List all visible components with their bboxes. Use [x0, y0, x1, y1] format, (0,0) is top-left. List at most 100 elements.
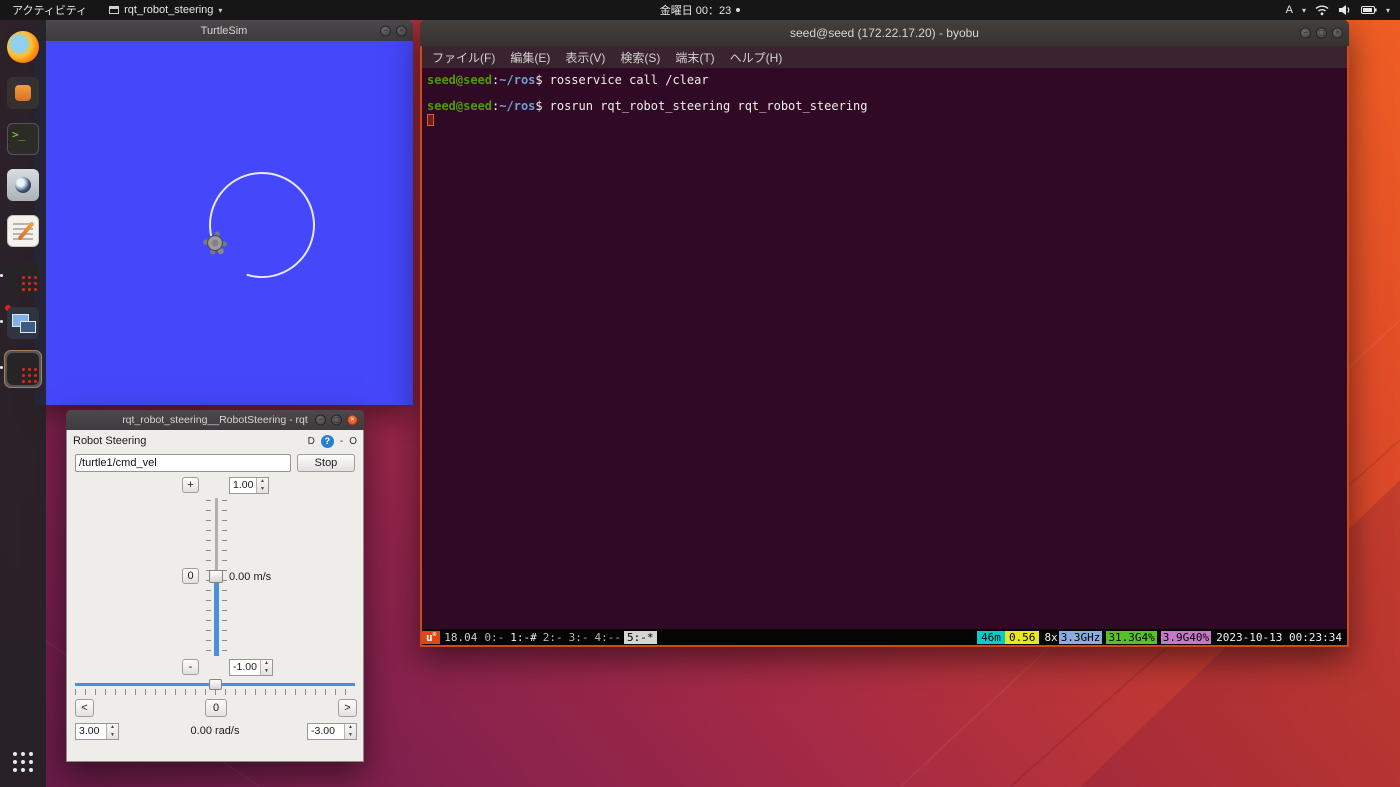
byobu-window-0[interactable]: 0:-: [481, 631, 507, 644]
minimize-button[interactable]: −: [315, 414, 326, 426]
linear-max-value: 1.00: [233, 479, 254, 491]
rqt-body: Robot Steering D ? - O Stop + 1.00 ▲▼: [66, 430, 364, 762]
menu-help[interactable]: ヘルプ(H): [730, 49, 783, 66]
spin-up-icon[interactable]: ▲: [264, 661, 269, 666]
dock-item-text-editor[interactable]: [4, 212, 42, 250]
close-button[interactable]: ×: [1332, 27, 1343, 39]
ros-icon: [7, 353, 39, 385]
linear-min-value: -1.00: [233, 661, 257, 673]
dock-widget-header: Robot Steering D ? - O: [67, 430, 363, 452]
dock-close-button[interactable]: O: [349, 436, 357, 447]
dock-settings-button[interactable]: D: [308, 436, 315, 447]
spinner-arrows[interactable]: ▲ ▼: [260, 660, 272, 675]
angular-slider-handle[interactable]: [209, 679, 222, 690]
menu-file[interactable]: ファイル(F): [432, 49, 495, 66]
close-button[interactable]: ×: [396, 25, 407, 36]
byobu-window-3[interactable]: 3:-: [566, 631, 592, 644]
byobu-statusbar: u® 18.04 0:- 1:-# 2:- 3:- 4:-- 5:-* 46m …: [422, 629, 1347, 645]
activities-button[interactable]: アクティビティ: [8, 2, 91, 18]
spin-down-icon[interactable]: ▼: [260, 486, 265, 492]
swap-badge: 3.9G40%: [1160, 630, 1212, 644]
dock-item-rqt-active[interactable]: [0, 350, 42, 388]
text-editor-icon: [7, 215, 39, 247]
camera-icon: [7, 169, 39, 201]
byobu-window-1[interactable]: 1:-#: [507, 631, 540, 644]
show-applications-button[interactable]: [4, 747, 42, 777]
dock: >_: [0, 20, 46, 787]
byobu-window-4[interactable]: 4:--: [592, 631, 625, 644]
firefox-icon: [7, 31, 39, 63]
battery-icon[interactable]: [1360, 5, 1377, 15]
angular-zero-button[interactable]: 0: [205, 699, 227, 717]
angular-min-value: -3.00: [311, 725, 335, 737]
dock-item-terminal[interactable]: >_: [4, 120, 42, 158]
ime-indicator[interactable]: A: [1286, 4, 1293, 16]
wifi-icon[interactable]: [1315, 4, 1329, 16]
notification-dot-icon: [736, 8, 741, 12]
stop-button[interactable]: Stop: [297, 454, 355, 472]
cpu-count: 8x: [1044, 630, 1058, 644]
menu-view[interactable]: 表示(V): [565, 49, 605, 66]
linear-decrease-button[interactable]: -: [182, 659, 199, 675]
rqt-titlebar[interactable]: rqt_robot_steering__RobotSteering - rqt …: [66, 410, 364, 430]
linear-zero-button[interactable]: 0: [182, 568, 199, 584]
dock-item-remote-desktop[interactable]: [0, 304, 42, 342]
turtlesim-title: TurtleSim: [200, 24, 248, 37]
spinner-arrows[interactable]: ▲ ▼: [344, 724, 356, 739]
clock[interactable]: 金曜日 00：23: [660, 2, 732, 18]
turtlesim-canvas[interactable]: [35, 41, 413, 405]
chevron-down-icon: ▾: [218, 5, 223, 15]
spin-down-icon[interactable]: ▼: [348, 732, 353, 738]
terminal-titlebar[interactable]: seed@seed (172.22.17.20) - byobu − ▢ ×: [420, 20, 1349, 46]
close-button[interactable]: ×: [347, 414, 358, 426]
terminal-content[interactable]: seed@seed:~/ros$ rosservice call /clear s…: [422, 68, 1347, 629]
uptime-badge: 46m: [977, 630, 1005, 644]
dock-minimize-button[interactable]: -: [340, 436, 343, 447]
spin-down-icon[interactable]: ▼: [264, 668, 269, 674]
dock-item-firefox[interactable]: [4, 28, 42, 66]
app-menu[interactable]: rqt_robot_steering ▾: [109, 4, 222, 16]
menu-edit[interactable]: 編集(E): [510, 49, 550, 66]
dock-widget-title: Robot Steering: [73, 435, 147, 447]
linear-slider-handle[interactable]: [209, 570, 223, 583]
angular-right-button[interactable]: >: [338, 699, 357, 717]
byobu-window-5-active[interactable]: 5:-*: [624, 630, 657, 644]
dock-item-screenshot[interactable]: [4, 166, 42, 204]
desktop: アクティビティ rqt_robot_steering ▾ 金曜日 00：23 A…: [0, 0, 1400, 787]
terminal-cursor: [427, 114, 434, 126]
menu-search[interactable]: 検索(S): [620, 49, 660, 66]
byobu-window-2[interactable]: 2:-: [540, 631, 566, 644]
menu-terminal[interactable]: 端末(T): [675, 49, 714, 66]
remote-desktop-icon: [7, 307, 39, 339]
maximize-button[interactable]: ▢: [331, 414, 342, 426]
command-text: rosservice call /clear: [549, 73, 709, 87]
minimize-button[interactable]: −: [1300, 27, 1311, 39]
system-menu-chevron-icon[interactable]: ▾: [1386, 6, 1390, 15]
memory-badge: 31.3G4%: [1106, 630, 1157, 644]
angular-min-spinbox[interactable]: -3.00 ▲ ▼: [307, 723, 357, 740]
turtle-drawing: [203, 171, 316, 278]
terminal-line: seed@seed:~/ros$ rosrun rqt_robot_steerin…: [427, 99, 868, 113]
volume-icon[interactable]: [1338, 4, 1352, 16]
spin-up-icon[interactable]: ▲: [260, 479, 265, 484]
window-icon: [109, 6, 120, 14]
load-badge: 0.56: [1004, 630, 1040, 644]
dock-item-ros[interactable]: [0, 258, 42, 296]
maximize-button[interactable]: ▢: [1316, 27, 1327, 39]
linear-min-spinbox[interactable]: -1.00 ▲ ▼: [229, 659, 273, 676]
cpu-freq-badge: 3.3GHz: [1058, 630, 1103, 644]
running-indicator: [0, 320, 3, 323]
linear-max-spinbox[interactable]: 1.00 ▲ ▼: [229, 477, 269, 494]
minimize-button[interactable]: −: [380, 25, 391, 36]
turtlesim-titlebar[interactable]: TurtleSim − ×: [35, 20, 413, 41]
angular-left-button[interactable]: <: [75, 699, 94, 717]
topic-input[interactable]: [75, 454, 291, 472]
linear-increase-button[interactable]: +: [182, 477, 199, 493]
help-icon[interactable]: ?: [320, 434, 334, 448]
running-indicator: [0, 366, 3, 369]
spinner-arrows[interactable]: ▲ ▼: [256, 478, 268, 493]
terminal-title: seed@seed (172.22.17.20) - byobu: [790, 26, 979, 40]
spin-up-icon[interactable]: ▲: [348, 725, 353, 730]
terminal-frame: ファイル(F) 編集(E) 表示(V) 検索(S) 端末(T) ヘルプ(H) s…: [420, 46, 1349, 647]
dock-item-software[interactable]: [4, 74, 42, 112]
